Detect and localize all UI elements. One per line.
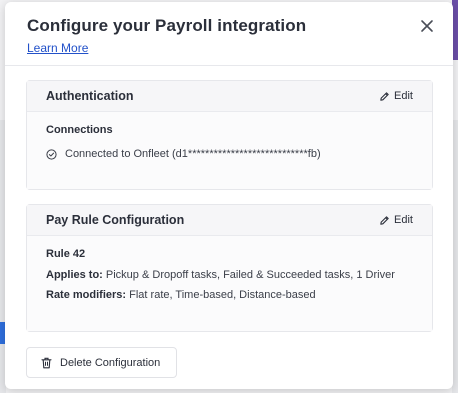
connection-status: Connected to Onfleet (d1****************…: [46, 148, 413, 160]
close-icon: [421, 20, 433, 32]
authentication-card-content: Connections Connected to Onfleet (d1****…: [27, 112, 432, 189]
pencil-icon: [380, 91, 389, 101]
pay-rule-card: Pay Rule Configuration Edit Rule 42 Appl…: [26, 204, 433, 332]
trash-icon: [41, 357, 52, 368]
pay-rule-card-content: Rule 42 Applies to: Pickup & Dropoff tas…: [27, 236, 432, 331]
authentication-title: Authentication: [46, 89, 134, 103]
rate-modifiers-row: Rate modifiers: Flat rate, Time-based, D…: [46, 289, 413, 301]
modal-title: Configure your Payroll integration: [27, 16, 307, 35]
authentication-card-header: Authentication Edit: [27, 81, 432, 112]
rule-name: Rule 42: [46, 248, 86, 260]
modal-header: Configure your Payroll integration Learn…: [5, 2, 453, 66]
delete-configuration-label: Delete Configuration: [60, 356, 161, 369]
applies-to-label: Applies to:: [46, 269, 103, 281]
close-button[interactable]: [419, 18, 435, 34]
applies-to-row: Applies to: Pickup & Dropoff tasks, Fail…: [46, 269, 413, 281]
connection-text: Connected to Onfleet (d1****************…: [65, 148, 321, 160]
modal-body: Authentication Edit Connections Connecte…: [5, 66, 453, 378]
pay-rule-card-header: Pay Rule Configuration Edit: [27, 205, 432, 236]
applies-to-value: Pickup & Dropoff tasks, Failed & Succeed…: [105, 269, 395, 281]
check-circle-icon: [46, 148, 57, 160]
connections-label: Connections: [46, 124, 113, 136]
rate-modifiers-label: Rate modifiers:: [46, 289, 127, 301]
authentication-edit-button[interactable]: Edit: [379, 90, 413, 102]
payroll-integration-modal: Configure your Payroll integration Learn…: [5, 2, 453, 389]
pay-rule-edit-label: Edit: [394, 214, 413, 226]
delete-configuration-button[interactable]: Delete Configuration: [26, 347, 178, 378]
authentication-card: Authentication Edit Connections Connecte…: [26, 80, 433, 190]
pencil-icon: [380, 215, 389, 225]
pay-rule-title: Pay Rule Configuration: [46, 213, 185, 227]
rate-modifiers-value: Flat rate, Time-based, Distance-based: [129, 289, 316, 301]
authentication-edit-label: Edit: [394, 90, 413, 102]
learn-more-link[interactable]: Learn More: [27, 41, 88, 55]
pay-rule-edit-button[interactable]: Edit: [379, 214, 413, 226]
